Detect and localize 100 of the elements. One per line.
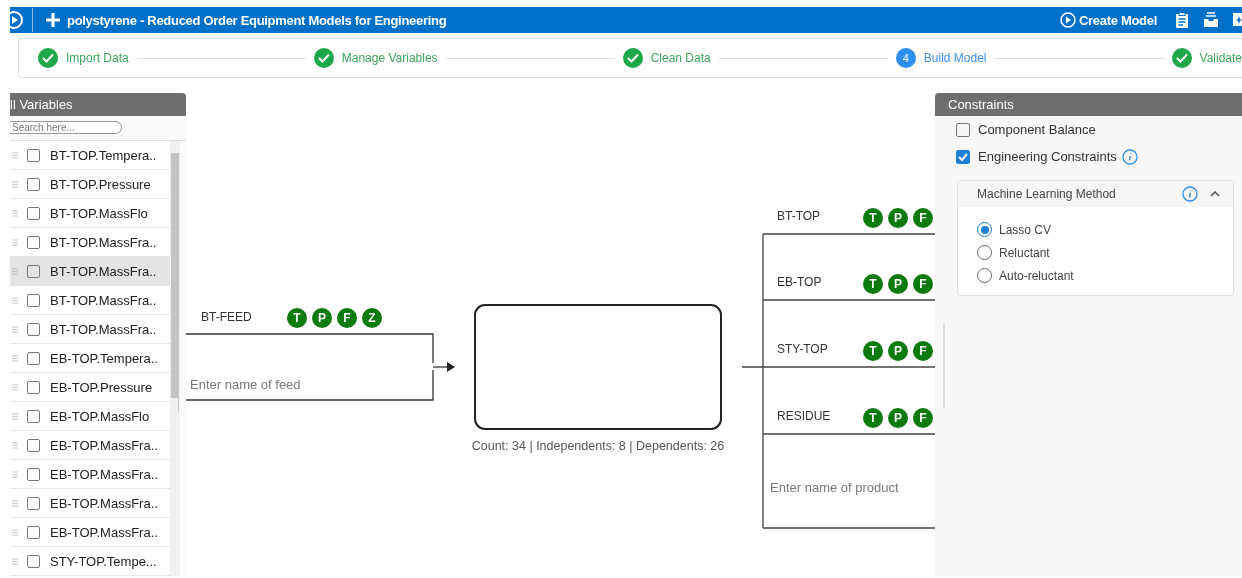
stream-badge[interactable]: F [913, 274, 933, 294]
variable-name: EB-TOP.Pressure [50, 379, 153, 395]
stream-badge[interactable]: P [888, 274, 908, 294]
list-row[interactable]: BT-TOP.MassFra.. [10, 315, 170, 344]
drag-handle-icon[interactable] [12, 499, 18, 507]
checkbox[interactable] [27, 264, 40, 278]
list-row[interactable]: BT-TOP.MassFlo [10, 199, 170, 228]
checkbox[interactable] [27, 409, 40, 423]
checkbox[interactable] [27, 525, 40, 539]
checkbox[interactable] [27, 206, 40, 220]
inbox-icon[interactable] [1203, 12, 1219, 28]
chevron-icon[interactable] [1210, 191, 1220, 197]
variable-name: BT-TOP.Pressure [50, 176, 151, 192]
drag-handle-icon[interactable] [12, 412, 18, 420]
drag-handle-icon[interactable] [12, 557, 18, 565]
checkbox[interactable] [27, 351, 40, 365]
drag-handle-icon[interactable] [12, 325, 18, 333]
stream-badge[interactable]: F [913, 408, 933, 428]
checkbox[interactable] [956, 149, 970, 164]
step-label[interactable]: Build Model [923, 51, 987, 65]
panel-title: ll Variables [10, 93, 186, 116]
radio-label[interactable]: Auto-reluctant [999, 268, 1074, 283]
step-label[interactable]: Validate [1199, 51, 1242, 65]
list-row[interactable]: EB-TOP.Pressure [10, 373, 170, 402]
drag-handle-icon[interactable] [12, 238, 18, 246]
stream-badge[interactable]: P [888, 341, 908, 361]
option-label[interactable]: Component Balance [978, 122, 1096, 137]
section-title: Machine Learning Method [977, 187, 1117, 201]
list-row[interactable]: BT-TOP.Tempera.. [10, 141, 170, 170]
list-row[interactable]: EB-TOP.MassFra.. [10, 518, 170, 547]
stream-badge[interactable]: Z [362, 308, 382, 328]
checkbox[interactable] [27, 148, 40, 162]
variable-name: EB-TOP.MassFlo [50, 408, 150, 424]
drag-handle-icon[interactable] [12, 383, 18, 391]
sparkle-icon[interactable] [1233, 12, 1242, 28]
stream-badge[interactable]: T [863, 208, 883, 228]
step-label[interactable]: Manage Variables [341, 51, 438, 65]
list-row[interactable]: BT-TOP.MassFra.. [10, 228, 170, 257]
panel-title: Constraints [935, 93, 1242, 116]
list-row[interactable]: EB-TOP.MassFra.. [10, 431, 170, 460]
radio-label[interactable]: Reluctant [999, 245, 1050, 260]
list-row[interactable]: BT-TOP.Pressure [10, 170, 170, 199]
step-label[interactable]: Clean Data [650, 51, 711, 65]
checkbox[interactable] [27, 467, 40, 481]
scrollbar[interactable] [170, 141, 180, 576]
clipboard-icon[interactable] [1175, 11, 1189, 29]
check-icon [313, 48, 334, 68]
drag-handle-icon[interactable] [12, 209, 18, 217]
product-name-field[interactable]: Enter name of product [770, 480, 930, 495]
variable-name: BT-TOP.MassFra.. [50, 263, 157, 279]
list-row[interactable]: EB-TOP.MassFra.. [10, 460, 170, 489]
stream-badge[interactable]: F [913, 208, 933, 228]
feed-name-field[interactable]: Enter name of feed [190, 377, 420, 392]
checkbox[interactable] [27, 177, 40, 191]
stream-badge[interactable]: F [913, 341, 933, 361]
drag-handle-icon[interactable] [12, 441, 18, 449]
stream-badge[interactable]: T [287, 308, 307, 328]
list-row[interactable]: EB-TOP.MassFlo [10, 402, 170, 431]
variable-name: EB-TOP.MassFra.. [50, 495, 158, 511]
drag-handle-icon[interactable] [12, 470, 18, 478]
stream-badge[interactable]: T [863, 408, 883, 428]
list-row[interactable]: EB-TOP.Tempera.. [10, 344, 170, 373]
drag-handle-icon[interactable] [12, 528, 18, 536]
checkbox[interactable] [27, 554, 40, 568]
stream-badge[interactable]: T [863, 341, 883, 361]
list-row[interactable]: STY-TOP.Tempe... [10, 547, 170, 576]
radio-label[interactable]: Lasso CV [999, 222, 1052, 237]
option-label[interactable]: Engineering Constraints [978, 149, 1117, 164]
checkbox[interactable] [27, 380, 40, 394]
list-row[interactable]: BT-TOP.MassFra.. [10, 286, 170, 315]
stream-name: BT-TOP [777, 209, 821, 223]
stream-badge[interactable]: P [888, 408, 908, 428]
drag-handle-icon[interactable] [12, 296, 18, 304]
check-icon [38, 48, 58, 68]
info-icon[interactable] [1121, 148, 1138, 165]
check-icon [1171, 48, 1192, 68]
checkbox[interactable] [27, 322, 40, 336]
stream-badge[interactable]: T [863, 274, 883, 294]
create-model-button[interactable]: Create Model [1059, 12, 1157, 28]
app-title: polystyrene - Reduced Order Equipment Models for Engineering [67, 12, 447, 28]
stream-badge[interactable]: P [312, 308, 332, 328]
checkbox[interactable] [27, 235, 40, 249]
drag-handle-icon[interactable] [12, 180, 18, 188]
search-field[interactable]: Search here... [10, 121, 122, 134]
plus-icon[interactable] [45, 12, 61, 28]
info-icon[interactable] [1182, 186, 1198, 202]
checkbox[interactable] [27, 438, 40, 452]
step-number: 4 [895, 48, 916, 68]
checkbox[interactable] [956, 122, 970, 137]
step-label[interactable]: Import Data [66, 51, 129, 65]
drag-handle-icon[interactable] [12, 354, 18, 362]
checkbox[interactable] [27, 293, 40, 307]
stream-badge[interactable]: F [337, 308, 357, 328]
drag-handle-icon[interactable] [12, 267, 18, 275]
variable-name: EB-TOP.MassFra.. [50, 524, 158, 540]
checkbox[interactable] [27, 496, 40, 510]
list-row[interactable]: BT-TOP.MassFra.. [10, 257, 170, 286]
stream-badge[interactable]: P [888, 208, 908, 228]
list-row[interactable]: EB-TOP.MassFra.. [10, 489, 170, 518]
drag-handle-icon[interactable] [12, 151, 18, 159]
